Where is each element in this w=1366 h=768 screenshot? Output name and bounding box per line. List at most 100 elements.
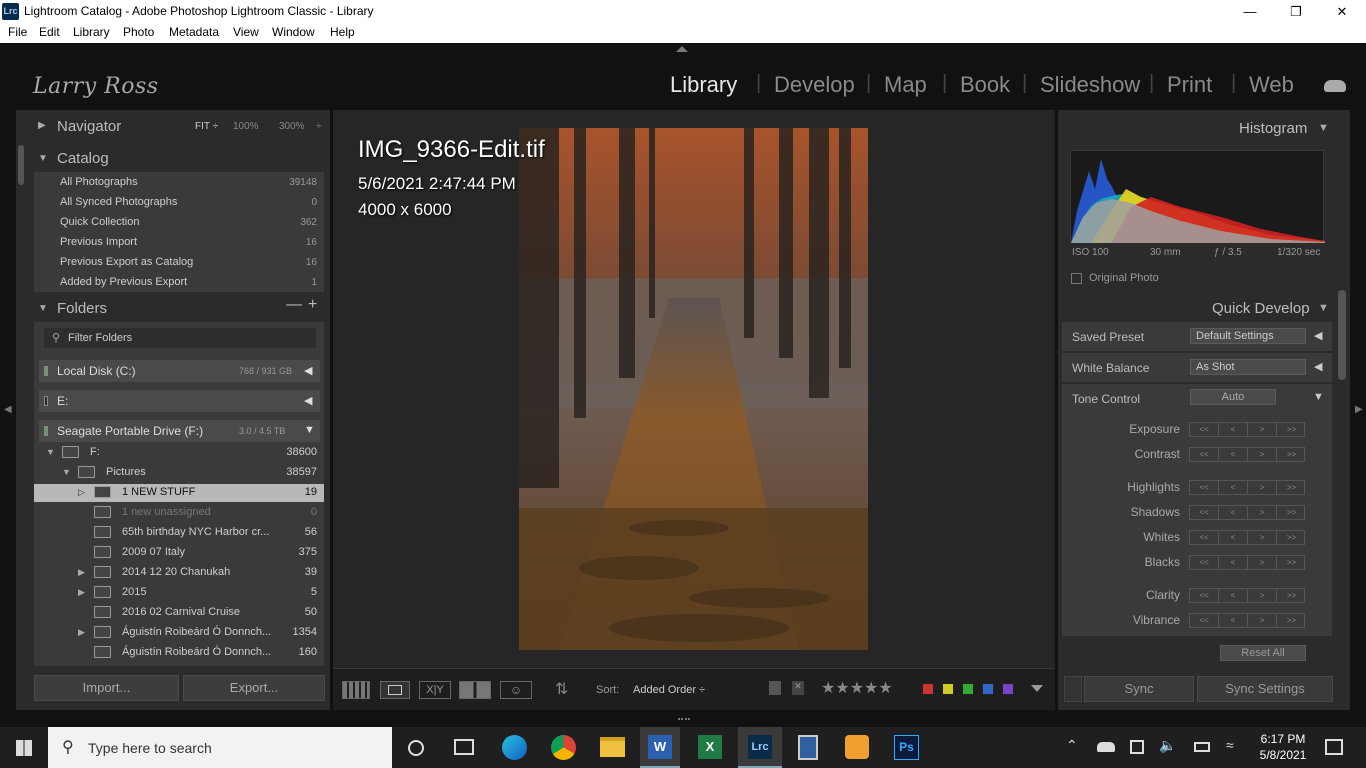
photo-preview[interactable] xyxy=(519,128,868,650)
sort-direction-icon[interactable]: ⇅ xyxy=(555,679,568,699)
loupe-view-icon[interactable] xyxy=(380,681,410,699)
menu-library[interactable]: Library xyxy=(73,25,110,39)
calculator-icon[interactable] xyxy=(798,735,818,760)
star-icon[interactable]: ★ xyxy=(864,680,878,697)
volume-icon[interactable]: 🔈 xyxy=(1159,737,1176,754)
catalog-item-label[interactable]: All Synced Photographs xyxy=(60,196,177,208)
catalog-item-label[interactable]: Added by Previous Export xyxy=(60,276,187,288)
folders-collapse-icon[interactable]: ▼ xyxy=(38,303,48,314)
media-player-icon[interactable] xyxy=(845,735,869,759)
module-library[interactable]: Library xyxy=(670,72,737,98)
folder-label[interactable]: Águistín Roibeárd Ó Donnch... xyxy=(122,626,271,638)
folder-label[interactable]: Águistín Roibeárd Ó Donnch... xyxy=(122,646,271,658)
color-label-swatch[interactable] xyxy=(942,683,954,695)
big-decrease-button[interactable]: << xyxy=(1190,531,1219,544)
histogram-title[interactable]: Histogram xyxy=(1239,120,1307,137)
folder-label[interactable]: 1 NEW STUFF xyxy=(122,486,195,498)
sync-toggle-icon[interactable] xyxy=(1064,676,1082,702)
histogram-chart[interactable] xyxy=(1070,150,1325,243)
module-print[interactable]: Print xyxy=(1167,72,1212,98)
folder-label[interactable]: Pictures xyxy=(106,466,146,478)
module-develop[interactable]: Develop xyxy=(774,72,855,98)
auto-tone-button[interactable]: Auto xyxy=(1190,389,1276,405)
catalog-item-label[interactable]: Quick Collection xyxy=(60,216,139,228)
menu-help[interactable]: Help xyxy=(330,25,355,39)
reset-all-button[interactable]: Reset All xyxy=(1220,645,1306,661)
saved-preset-expand-icon[interactable]: ◀ xyxy=(1314,329,1322,342)
sync-settings-button[interactable]: Sync Settings xyxy=(1197,676,1333,702)
folder-label[interactable]: 1 new unassigned xyxy=(122,506,211,518)
minimize-icon[interactable]: — xyxy=(1227,0,1273,23)
white-balance-dropdown[interactable]: As Shot xyxy=(1190,359,1306,375)
big-increase-button[interactable]: >> xyxy=(1277,506,1306,519)
folder-toggle-icon[interactable]: ▶ xyxy=(78,567,85,578)
module-map[interactable]: Map xyxy=(884,72,927,98)
small-decrease-button[interactable]: < xyxy=(1219,556,1248,569)
folder-toggle-icon[interactable]: ▼ xyxy=(46,447,55,457)
volume-expand-icon[interactable]: ◀ xyxy=(304,394,312,407)
folder-label[interactable]: 2015 xyxy=(122,586,146,598)
big-increase-button[interactable]: >> xyxy=(1277,556,1306,569)
module-book[interactable]: Book xyxy=(960,72,1010,98)
white-balance-expand-icon[interactable]: ◀ xyxy=(1314,360,1322,373)
onedrive-icon[interactable] xyxy=(1097,742,1115,752)
menu-window[interactable]: Window xyxy=(272,25,315,39)
file-explorer-icon[interactable] xyxy=(600,737,625,757)
catalog-collapse-icon[interactable]: ▼ xyxy=(38,153,48,164)
toolbar-menu-icon[interactable] xyxy=(1031,685,1043,692)
chrome-icon[interactable] xyxy=(551,735,576,760)
windows-start-icon[interactable] xyxy=(16,740,32,756)
module-web[interactable]: Web xyxy=(1249,72,1294,98)
volume-row[interactable]: E: ◀ xyxy=(39,390,320,412)
big-increase-button[interactable]: >> xyxy=(1277,614,1306,627)
small-increase-button[interactable]: > xyxy=(1248,614,1277,627)
small-increase-button[interactable]: > xyxy=(1248,481,1277,494)
small-decrease-button[interactable]: < xyxy=(1219,448,1248,461)
big-increase-button[interactable]: >> xyxy=(1277,531,1306,544)
clock-time[interactable]: 6:17 PM xyxy=(1258,732,1308,746)
small-decrease-button[interactable]: < xyxy=(1219,506,1248,519)
menu-edit[interactable]: Edit xyxy=(39,25,60,39)
color-label-swatch[interactable] xyxy=(922,683,934,695)
big-increase-button[interactable]: >> xyxy=(1277,481,1306,494)
small-increase-button[interactable]: > xyxy=(1248,556,1277,569)
folder-label[interactable]: 2014 12 20 Chanukah xyxy=(122,566,230,578)
small-increase-button[interactable]: > xyxy=(1248,531,1277,544)
folder-toggle-icon[interactable]: ▼ xyxy=(62,467,71,477)
big-decrease-button[interactable]: << xyxy=(1190,589,1219,602)
zoom-fit[interactable]: FIT ÷ xyxy=(195,121,218,132)
filter-folders-input[interactable]: ⚲ Filter Folders xyxy=(44,328,316,348)
export-button[interactable]: Export... xyxy=(183,675,325,701)
filmstrip-toggle-icon[interactable] xyxy=(678,715,690,720)
wifi-icon[interactable]: ≈ xyxy=(1226,737,1234,753)
quick-develop-collapse-icon[interactable]: ▼ xyxy=(1318,302,1329,314)
flag-reject-icon[interactable]: ✕ xyxy=(792,681,804,695)
grid-view-icon[interactable] xyxy=(342,681,370,699)
original-photo-checkbox[interactable] xyxy=(1071,273,1082,284)
close-icon[interactable]: ✕ xyxy=(1319,0,1365,23)
saved-preset-dropdown[interactable]: Default Settings xyxy=(1190,328,1306,344)
catalog-item-label[interactable]: All Photographs xyxy=(60,176,138,188)
folder-label[interactable]: 65th birthday NYC Harbor cr... xyxy=(122,526,269,538)
word-taskbar-button[interactable]: W xyxy=(640,727,680,768)
menu-metadata[interactable]: Metadata xyxy=(169,25,219,39)
small-decrease-button[interactable]: < xyxy=(1219,423,1248,436)
histogram-collapse-icon[interactable]: ▼ xyxy=(1318,122,1329,134)
star-icon[interactable]: ★ xyxy=(835,680,849,697)
menu-view[interactable]: View xyxy=(233,25,259,39)
volume-row[interactable]: Seagate Portable Drive (F:) 3.0 / 4.5 TB… xyxy=(39,420,320,442)
folder-label[interactable]: 2009 07 Italy xyxy=(122,546,185,558)
edge-icon[interactable] xyxy=(502,735,527,760)
clock-date[interactable]: 5/8/2021 xyxy=(1258,748,1308,762)
volume-expand-icon[interactable]: ◀ xyxy=(304,364,312,377)
module-slideshow[interactable]: Slideshow xyxy=(1040,72,1140,98)
star-icon[interactable]: ★ xyxy=(821,680,835,697)
small-increase-button[interactable]: > xyxy=(1248,506,1277,519)
tone-control-collapse-icon[interactable]: ▼ xyxy=(1313,391,1324,403)
navigator-title[interactable]: Navigator xyxy=(57,118,121,135)
rating-stars[interactable]: ★★★★★ xyxy=(821,678,893,698)
folders-title[interactable]: Folders xyxy=(57,300,107,317)
left-panel-scrollbar[interactable] xyxy=(18,145,24,185)
folder-toggle-icon[interactable]: ▶ xyxy=(78,587,85,598)
folder-toggle-icon[interactable]: ▶ xyxy=(78,627,85,638)
